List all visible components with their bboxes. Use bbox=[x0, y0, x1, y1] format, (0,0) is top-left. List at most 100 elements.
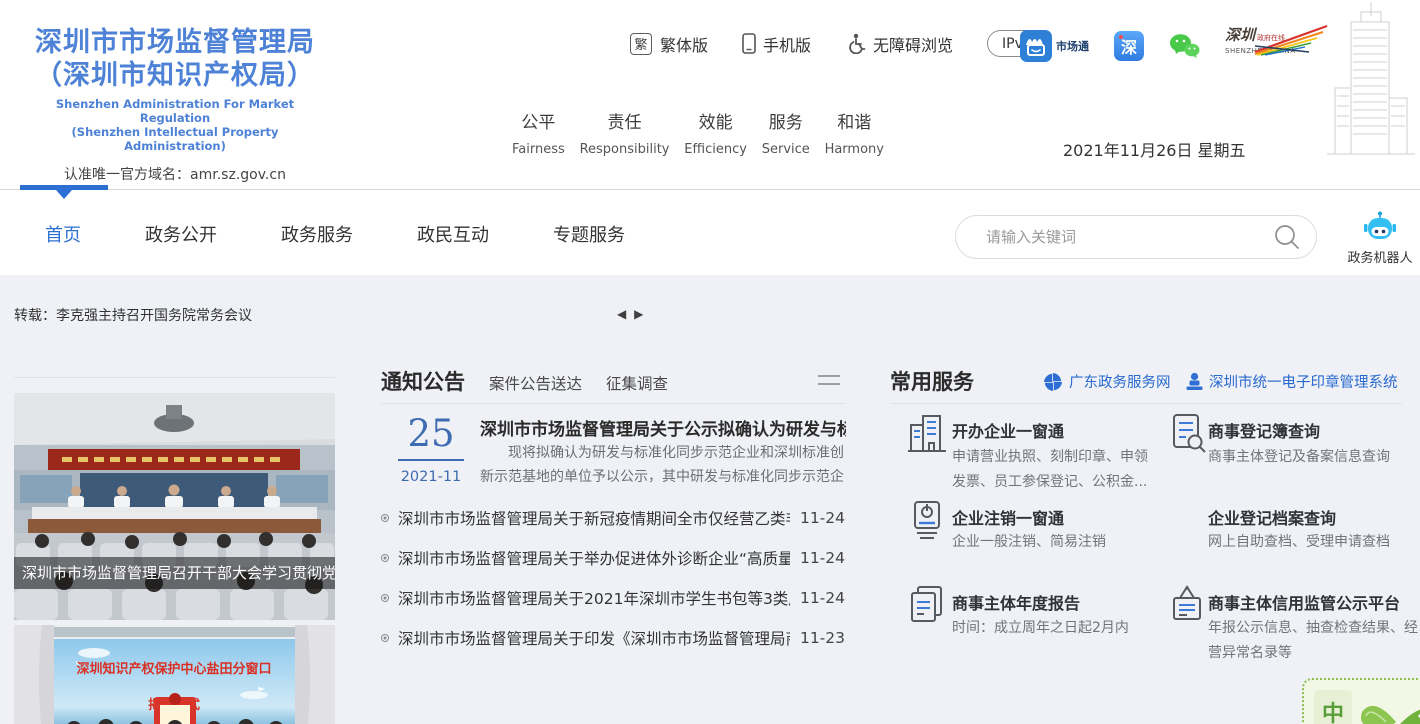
ishenzhen-app-icon: 深 bbox=[1114, 31, 1144, 61]
traditional-version-link[interactable]: 繁 繁体版 bbox=[630, 32, 708, 56]
eseal-system-link[interactable]: 深圳市统一电子印章管理系统 bbox=[1186, 371, 1398, 392]
notices-more-icon[interactable] bbox=[818, 375, 840, 391]
app-links: 市场通 深 深圳政府在线 SHENZHEN CHINA bbox=[1020, 24, 1317, 68]
nav-divider bbox=[0, 189, 1420, 190]
search-input[interactable] bbox=[986, 228, 1274, 246]
open-business-icon bbox=[905, 411, 949, 455]
service-archive-search-desc: 网上自助查档、受理申请查档 bbox=[1208, 530, 1418, 555]
content-area: 转载：李克强主持召开国务院常务会议 ◀ ▶ bbox=[0, 275, 1420, 724]
logo-title-line1: 深圳市市场监督管理局 bbox=[25, 26, 325, 59]
search-box bbox=[955, 215, 1317, 259]
active-tab-caret bbox=[56, 190, 72, 199]
featured-photo-ceremony[interactable]: 深圳知识产权保护中心盐田分窗口 揭牌仪式 bbox=[14, 625, 335, 724]
market-app-label: 市场通 bbox=[1056, 38, 1089, 54]
site-logo[interactable]: 深圳市市场监督管理局 （深圳市知识产权局） Shenzhen Administr… bbox=[25, 26, 325, 184]
value-en: Efficiency bbox=[684, 142, 747, 157]
nav-item-gov-affairs[interactable]: 政务公开 bbox=[145, 221, 217, 247]
service-annual-report[interactable]: 商事主体年度报告 bbox=[952, 590, 1080, 614]
core-values: 公平Fairness 责任Responsibility 效能Efficiency… bbox=[512, 108, 884, 157]
notice-date: 11-24 bbox=[800, 589, 845, 607]
nav-item-interaction[interactable]: 政民互动 bbox=[417, 221, 489, 247]
notice-row[interactable]: 深圳市市场监督管理局关于2021年深圳市学生书包等3类产... 11-24 bbox=[381, 578, 845, 618]
bullet-icon bbox=[381, 514, 389, 522]
mobile-version-link[interactable]: 手机版 bbox=[742, 32, 811, 56]
logo-title-line2: （深圳市知识产权局） bbox=[25, 59, 325, 92]
value-en: Harmony bbox=[825, 142, 884, 157]
nav-item-special-services[interactable]: 专题服务 bbox=[553, 221, 625, 247]
logo-en-line1: Shenzhen Administration For Market Regul… bbox=[25, 97, 325, 125]
service-credit-platform[interactable]: 商事主体信用监管公示平台 bbox=[1208, 590, 1400, 614]
search-icon[interactable] bbox=[1274, 224, 1300, 250]
gov-portal-corner-widget[interactable]: 中 bbox=[1302, 678, 1420, 724]
tab-surveys[interactable]: 征集调查 bbox=[606, 372, 668, 394]
featured-month: 2021-11 bbox=[398, 469, 464, 485]
service-open-business-desc: 申请营业执照、刻制印章、申领发票、员工参保登记、公积金... bbox=[952, 445, 1160, 495]
service-registry-search[interactable]: 商事登记簿查询 bbox=[1208, 418, 1320, 442]
notice-list: 深圳市市场监督管理局关于新冠疫情期间全市仅经营乙类非... 11-24 深圳市市… bbox=[381, 498, 845, 658]
gov-robot-button[interactable]: 政务机器人 bbox=[1345, 211, 1415, 266]
robot-icon bbox=[1363, 211, 1397, 241]
notices-divider bbox=[381, 403, 845, 404]
current-date: 2021年11月26日 星期五 bbox=[1063, 137, 1246, 161]
wechat-link[interactable] bbox=[1169, 33, 1200, 60]
annual-report-icon bbox=[905, 583, 949, 627]
traditional-icon: 繁 bbox=[630, 33, 652, 55]
szlogo-cn: 深圳 bbox=[1225, 26, 1255, 44]
value-cn: 公平 bbox=[512, 108, 565, 133]
eseal-system-label: 深圳市统一电子印章管理系统 bbox=[1209, 371, 1398, 392]
notice-title: 深圳市市场监督管理局关于举办促进体外诊断企业“高质量... bbox=[398, 547, 790, 569]
seal-stamp-icon bbox=[1186, 372, 1203, 391]
corner-widget-char: 中 bbox=[1314, 690, 1352, 724]
featured-notice-summary: 现将拟确认为研发与标准化同步示范企业和深圳标准创新示范基地的单位予以公示，其中研… bbox=[480, 442, 846, 490]
ishenzhen-app-link[interactable]: 深 bbox=[1114, 31, 1144, 61]
guangdong-gov-service-link[interactable]: 广东政务服务网 bbox=[1043, 371, 1171, 392]
market-app-link[interactable]: 市场通 bbox=[1020, 30, 1089, 62]
service-registry-search-desc: 商事主体登记及备案信息查询 bbox=[1208, 445, 1418, 470]
utility-bar: 繁 繁体版 手机版 无障碍浏览 IPv6 bbox=[630, 30, 1047, 57]
service-archive-search[interactable]: 企业登记档案查询 bbox=[1208, 505, 1336, 529]
photo2-banner-line1: 深圳知识产权保护中心盐田分窗口 bbox=[76, 661, 271, 677]
service-open-business[interactable]: 开办企业一窗通 bbox=[952, 418, 1064, 442]
shenzhen-gov-online-logo[interactable]: 深圳政府在线 SHENZHEN CHINA bbox=[1225, 24, 1317, 68]
service-credit-platform-desc: 年报公示信息、抽查检查结果、经营异常名录等 bbox=[1208, 616, 1420, 666]
value-cn: 责任 bbox=[580, 108, 670, 133]
accessibility-link[interactable]: 无障碍浏览 bbox=[845, 32, 953, 56]
main-nav: 首页 政务公开 政务服务 政民互动 专题服务 bbox=[45, 221, 625, 247]
photo1-caption: 深圳市市场监督管理局召开干部大会学习贯彻党的十... bbox=[14, 557, 335, 589]
tab-case-announcements[interactable]: 案件公告送达 bbox=[489, 372, 582, 394]
guangdong-gov-service-label: 广东政务服务网 bbox=[1069, 371, 1171, 392]
pinwheel-icon bbox=[1043, 372, 1063, 392]
notice-title: 深圳市市场监督管理局关于2021年深圳市学生书包等3类产... bbox=[398, 587, 790, 609]
value-cn: 和谐 bbox=[825, 108, 884, 133]
nav-item-home[interactable]: 首页 bbox=[45, 221, 81, 247]
featured-notice-title[interactable]: 深圳市市场监督管理局关于公示拟确认为研发与标... bbox=[480, 415, 846, 440]
robot-label: 政务机器人 bbox=[1345, 247, 1415, 266]
deregistration-icon bbox=[905, 497, 949, 541]
value-en: Service bbox=[762, 142, 810, 157]
notice-row[interactable]: 深圳市市场监督管理局关于新冠疫情期间全市仅经营乙类非... 11-24 bbox=[381, 498, 845, 538]
nav-item-gov-services[interactable]: 政务服务 bbox=[281, 221, 353, 247]
service-annual-report-desc: 时间：成立周年之日起2月内 bbox=[952, 616, 1160, 641]
notice-row[interactable]: 深圳市市场监督管理局关于举办促进体外诊断企业“高质量... 11-24 bbox=[381, 538, 845, 578]
clover-leaves-icon bbox=[1356, 682, 1420, 724]
value-cn: 服务 bbox=[762, 108, 810, 133]
bullet-icon bbox=[381, 634, 389, 642]
mobile-phone-icon bbox=[742, 33, 756, 54]
featured-photo-meeting[interactable]: 深圳市市场监督管理局召开干部大会学习贯彻党的十... bbox=[14, 393, 335, 620]
credit-platform-icon bbox=[1165, 583, 1209, 627]
logo-en-line2: (Shenzhen Intellectual Property Administ… bbox=[25, 125, 325, 153]
building-sketch bbox=[1323, 0, 1418, 160]
wechat-icon bbox=[1169, 33, 1200, 60]
services-divider bbox=[890, 403, 1402, 404]
ticker-prev-icon[interactable]: ◀ bbox=[617, 307, 626, 321]
services-title: 常用服务 bbox=[890, 366, 974, 396]
ceremony-photo-art: 深圳知识产权保护中心盐田分窗口 揭牌仪式 bbox=[14, 625, 335, 724]
ticker-controls: ◀ ▶ bbox=[615, 307, 645, 321]
ticker-next-icon[interactable]: ▶ bbox=[634, 307, 643, 321]
bullet-icon bbox=[381, 554, 389, 562]
featured-day: 25 bbox=[398, 414, 464, 454]
notice-date: 11-23 bbox=[800, 629, 845, 647]
news-ticker[interactable]: 转载：李克强主持召开国务院常务会议 bbox=[14, 305, 252, 325]
notice-row[interactable]: 深圳市市场监督管理局关于印发《深圳市市场监督管理局商... 11-23 bbox=[381, 618, 845, 658]
service-deregistration[interactable]: 企业注销一窗通 bbox=[952, 505, 1064, 529]
